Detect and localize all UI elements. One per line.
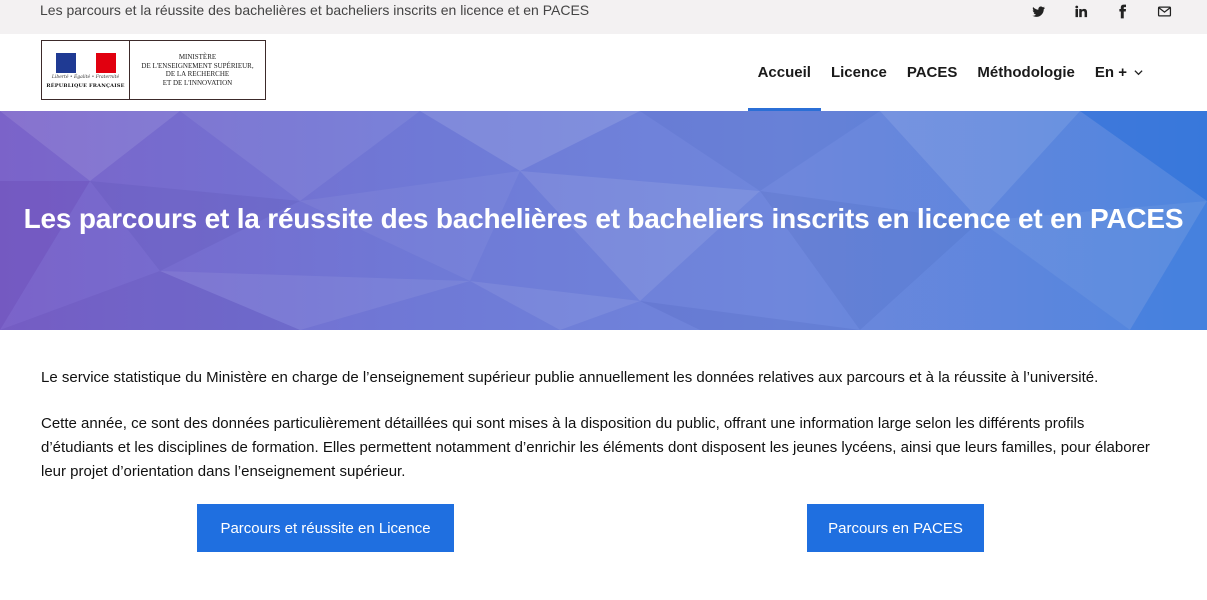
republique-francaise: RÉPUBLIQUE FRANÇAISE — [46, 83, 125, 89]
twitter-icon[interactable] — [1017, 2, 1059, 20]
licence-button[interactable]: Parcours et réussite en Licence — [197, 504, 454, 552]
mail-icon[interactable] — [1143, 2, 1185, 20]
hero-banner: Les parcours et la réussite des bacheliè… — [0, 111, 1207, 330]
ministry-line-4: ET DE L'INNOVATION — [162, 78, 233, 87]
site-title: Les parcours et la réussite des bacheliè… — [40, 2, 590, 18]
motto: Liberté • Égalité • Fraternité — [51, 75, 120, 80]
ministry-line-1: MINISTÈRE — [178, 53, 217, 61]
ministry-line-3: DE LA RECHERCHE — [165, 70, 230, 78]
main-nav: Accueil Licence PACES Méthodologie En + — [747, 34, 1153, 111]
site-header: Liberté • Égalité • Fraternité RÉPUBLIQU… — [0, 34, 1207, 111]
ministry-name: MINISTÈRE DE L'ENSEIGNEMENT SUPÉRIEUR, D… — [130, 41, 265, 99]
social-links — [1017, 2, 1185, 20]
hero-title: Les parcours et la réussite des bacheliè… — [23, 203, 1184, 234]
nav-item-en-plus[interactable]: En + — [1085, 34, 1153, 111]
nav-item-methodologie[interactable]: Méthodologie — [967, 34, 1085, 111]
nav-item-licence[interactable]: Licence — [821, 34, 897, 111]
nav-item-paces[interactable]: PACES — [897, 34, 968, 111]
ministry-line-2: DE L'ENSEIGNEMENT SUPÉRIEUR, — [141, 61, 254, 70]
nav-item-accueil[interactable]: Accueil — [747, 34, 822, 111]
top-bar: Les parcours et la réussite des bacheliè… — [0, 0, 1207, 34]
ministry-logo[interactable]: Liberté • Égalité • Fraternité RÉPUBLIQU… — [41, 40, 266, 100]
intro-paragraph: Le service statistique du Ministère en c… — [41, 369, 1099, 386]
linkedin-icon[interactable] — [1059, 2, 1101, 20]
french-flag-icon — [56, 53, 116, 73]
description-paragraph: Cette année, ce sont des données particu… — [41, 415, 1150, 480]
marianne-block: Liberté • Égalité • Fraternité RÉPUBLIQU… — [42, 41, 130, 99]
facebook-icon[interactable] — [1101, 2, 1143, 20]
paces-button[interactable]: Parcours en PACES — [807, 504, 984, 552]
chevron-down-icon — [1134, 70, 1143, 76]
